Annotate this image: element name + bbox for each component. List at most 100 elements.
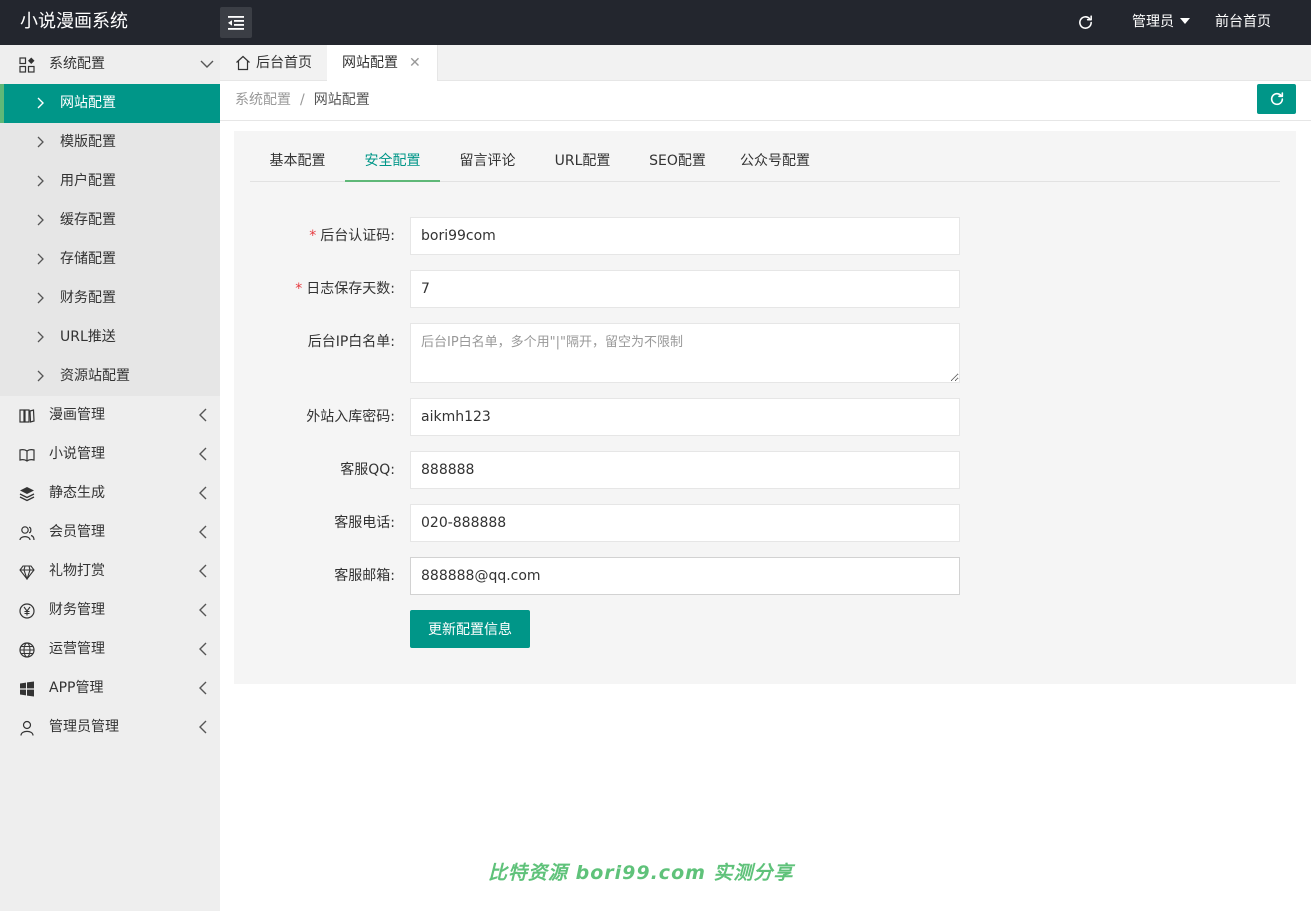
chevron-left-icon	[199, 681, 207, 695]
indent-icon	[228, 15, 244, 30]
header-refresh-button[interactable]	[1075, 12, 1095, 32]
sidebar-group-comic[interactable]: 漫画管理	[0, 396, 220, 435]
chevron-left-icon	[199, 408, 207, 422]
ip-whitelist-textarea[interactable]	[410, 323, 960, 383]
sidebar-item-label: 存储配置	[60, 251, 116, 267]
config-tabs: 基本配置 安全配置 留言评论 URL配置 SEO配置 公众号配置	[250, 143, 1280, 182]
sidebar-group-label: 漫画管理	[49, 407, 105, 423]
diamond-icon	[19, 565, 35, 580]
breadcrumb-parent[interactable]: 系统配置	[235, 92, 291, 108]
chevron-left-icon	[199, 720, 207, 734]
yuan-icon	[19, 603, 35, 619]
chevron-right-icon	[37, 253, 44, 265]
user-icon	[20, 720, 34, 736]
service-qq-label: 客服QQ:	[340, 462, 395, 478]
tab-comment-config[interactable]: 留言评论	[440, 143, 535, 182]
front-home-link[interactable]: 前台首页	[1215, 0, 1271, 45]
breadcrumb-separator: /	[300, 92, 305, 108]
admin-user-label: 管理员	[1132, 14, 1174, 30]
sidebar-group-system-config[interactable]: 系统配置	[0, 45, 220, 84]
menu-toggle-button[interactable]	[220, 7, 252, 38]
sidebar-item-cache-config[interactable]: 缓存配置	[0, 201, 220, 240]
breadcrumb: 系统配置 / 网站配置	[235, 81, 370, 119]
chevron-left-icon	[199, 525, 207, 539]
service-email-input[interactable]	[410, 557, 960, 595]
refresh-icon	[1078, 14, 1092, 29]
tab-url-config[interactable]: URL配置	[535, 143, 630, 182]
sidebar-item-url-push[interactable]: URL推送	[0, 318, 220, 357]
sidebar-item-finance-config[interactable]: 财务配置	[0, 279, 220, 318]
import-password-input[interactable]	[410, 398, 960, 436]
chevron-down-icon	[200, 60, 214, 68]
auth-code-input[interactable]	[410, 217, 960, 255]
page-refresh-button[interactable]	[1257, 84, 1296, 114]
import-password-label: 外站入库密码:	[306, 409, 395, 425]
sidebar-group-gifts[interactable]: 礼物打赏	[0, 552, 220, 591]
log-days-label: * 日志保存天数:	[234, 270, 395, 308]
chevron-right-icon	[37, 331, 44, 343]
close-icon[interactable]: ✕	[409, 45, 421, 81]
chevron-right-icon	[37, 97, 44, 109]
service-qq-input[interactable]	[410, 451, 960, 489]
config-card: 基本配置 安全配置 留言评论 URL配置 SEO配置 公众号配置 * 后台认证码:…	[234, 131, 1296, 684]
home-icon	[236, 55, 250, 71]
sidebar-group-label: 礼物打赏	[49, 563, 105, 579]
chevron-left-icon	[199, 642, 207, 656]
sidebar-group-label: 系统配置	[49, 56, 105, 72]
sidebar-group-finance[interactable]: 财务管理	[0, 591, 220, 630]
tab-security-config[interactable]: 安全配置	[345, 143, 440, 182]
top-header: 小说漫画系统 管理员 前台首页	[0, 0, 1311, 45]
update-config-button[interactable]: 更新配置信息	[410, 610, 530, 648]
chevron-left-icon	[199, 486, 207, 500]
sidebar-group-operations[interactable]: 运营管理	[0, 630, 220, 669]
breadcrumb-bar: 系统配置 / 网站配置	[220, 81, 1311, 121]
sidebar-item-label: 网站配置	[60, 95, 116, 111]
service-phone-input[interactable]	[410, 504, 960, 542]
chevron-right-icon	[37, 214, 44, 226]
sidebar-group-label: 财务管理	[49, 602, 105, 618]
tab-dashboard-home[interactable]: 后台首页	[220, 45, 327, 81]
sidebar: 系统配置 网站配置 模版配置 用户配置 缓存配置 存储配置 财务配置 URL推送…	[0, 45, 220, 911]
sidebar-group-app[interactable]: APP管理	[0, 669, 220, 708]
auth-code-label: * 后台认证码:	[234, 217, 395, 255]
tab-basic-config[interactable]: 基本配置	[250, 143, 345, 182]
chevron-right-icon	[37, 370, 44, 382]
auth-code-label-text: 后台认证码:	[320, 228, 395, 244]
comic-icon	[19, 409, 35, 423]
sidebar-item-user-config[interactable]: 用户配置	[0, 162, 220, 201]
sidebar-item-site-config[interactable]: 网站配置	[0, 84, 220, 123]
tab-label: 网站配置	[342, 55, 398, 71]
sidebar-group-admins[interactable]: 管理员管理	[0, 708, 220, 747]
app-logo: 小说漫画系统	[20, 11, 128, 32]
sidebar-item-template-config[interactable]: 模版配置	[0, 123, 220, 162]
log-days-label-text: 日志保存天数:	[306, 281, 395, 297]
sidebar-item-resource-config[interactable]: 资源站配置	[0, 357, 220, 396]
sidebar-item-storage-config[interactable]: 存储配置	[0, 240, 220, 279]
caret-down-icon	[1180, 18, 1190, 24]
tab-seo-config[interactable]: SEO配置	[630, 143, 725, 182]
sidebar-group-novel[interactable]: 小说管理	[0, 435, 220, 474]
service-phone-label: 客服电话:	[334, 515, 395, 531]
sidebar-item-label: URL推送	[60, 329, 116, 345]
sidebar-item-label: 模版配置	[60, 134, 116, 150]
grid-icon	[19, 57, 35, 73]
chevron-left-icon	[199, 564, 207, 578]
sidebar-item-label: 资源站配置	[60, 368, 130, 384]
chevron-right-icon	[37, 175, 44, 187]
sidebar-group-static[interactable]: 静态生成	[0, 474, 220, 513]
chevron-left-icon	[199, 447, 207, 461]
admin-user-menu[interactable]: 管理员	[1132, 0, 1190, 45]
chevron-left-icon	[199, 603, 207, 617]
log-days-input[interactable]	[410, 270, 960, 308]
sidebar-item-label: 用户配置	[60, 173, 116, 189]
sidebar-group-label: 静态生成	[49, 485, 105, 501]
tab-wechat-config[interactable]: 公众号配置	[725, 143, 825, 182]
chevron-right-icon	[37, 136, 44, 148]
sidebar-item-label: 财务配置	[60, 290, 116, 306]
sidebar-group-label: APP管理	[49, 680, 104, 696]
sidebar-group-members[interactable]: 会员管理	[0, 513, 220, 552]
service-email-label: 客服邮箱:	[334, 568, 395, 584]
globe-icon	[19, 642, 35, 658]
tab-site-config[interactable]: 网站配置 ✕	[327, 45, 438, 82]
sidebar-group-label: 运营管理	[49, 641, 105, 657]
